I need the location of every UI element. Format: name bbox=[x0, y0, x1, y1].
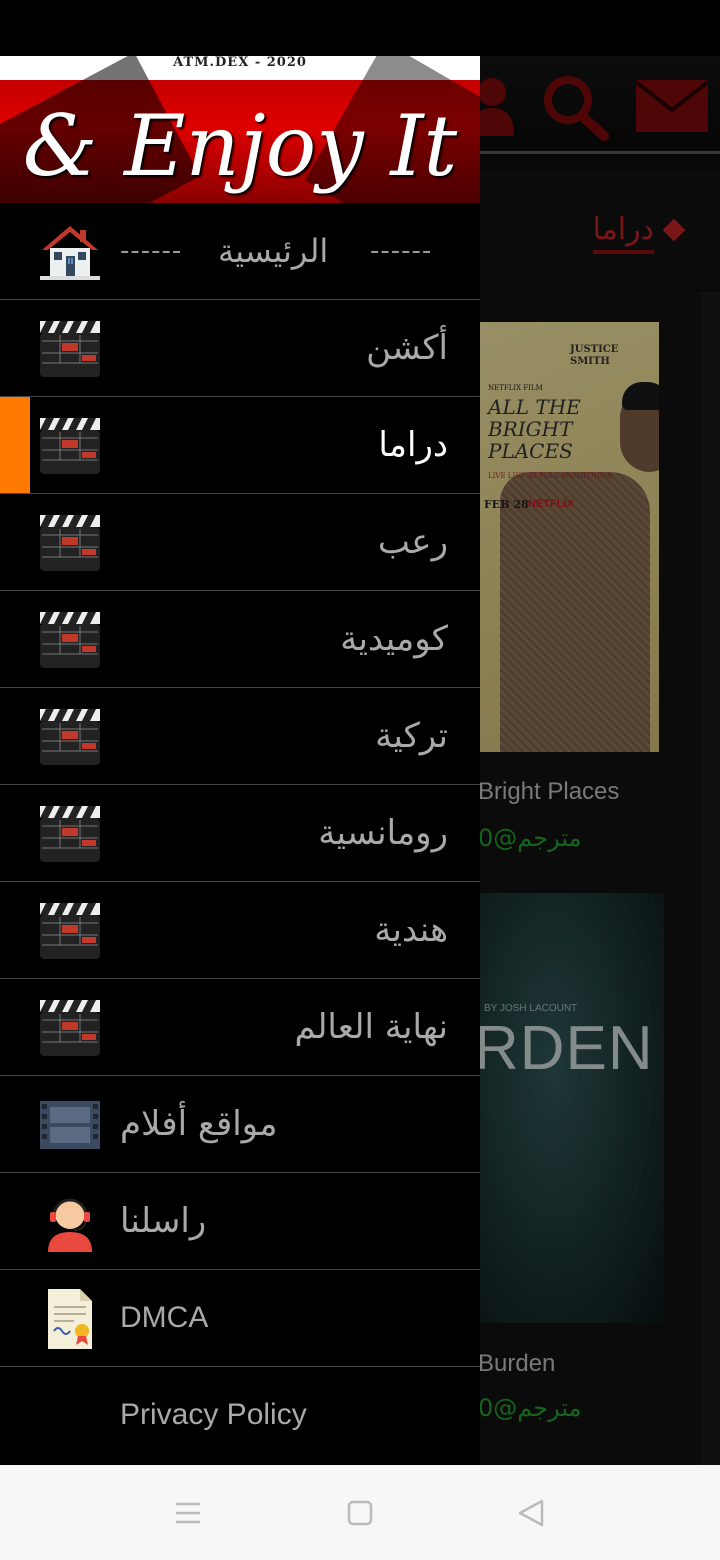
menu-item-apocalypse[interactable]: نهاية العالم bbox=[0, 979, 480, 1076]
menu-item-home[interactable]: ------ الرئيسية ------ bbox=[0, 203, 480, 300]
home-icon bbox=[40, 222, 100, 282]
clapperboard-icon bbox=[40, 416, 100, 476]
menu-label: DMCA bbox=[120, 1301, 209, 1334]
drawer-scrim[interactable] bbox=[480, 0, 720, 1465]
menu-label: دراما bbox=[378, 425, 448, 465]
menu-label: كوميدية bbox=[340, 619, 448, 659]
home-button-icon[interactable] bbox=[340, 1493, 380, 1533]
clapperboard-icon bbox=[40, 804, 100, 864]
menu-label: نهاية العالم bbox=[294, 1007, 448, 1047]
banner-title: & Enjoy It bbox=[22, 97, 458, 195]
menu-label: رومانسية bbox=[318, 813, 448, 853]
drawer-menu: ------ الرئيسية ------ أكشن دراما رعب كو… bbox=[0, 203, 480, 1464]
banner-subtitle: ATM.DEX - 2020 bbox=[173, 56, 307, 70]
menu-label: الرئيسية bbox=[218, 232, 329, 270]
clapperboard-icon bbox=[40, 707, 100, 767]
menu-item-action[interactable]: أكشن bbox=[0, 300, 480, 397]
menu-label: هندية bbox=[374, 910, 448, 950]
home-dashes: ------ bbox=[120, 236, 183, 266]
menu-label: Privacy Policy bbox=[120, 1398, 307, 1431]
clapperboard-icon bbox=[40, 998, 100, 1058]
clapperboard-icon bbox=[40, 610, 100, 670]
menu-item-indian[interactable]: هندية bbox=[0, 882, 480, 979]
menu-item-dmca[interactable]: DMCA bbox=[0, 1270, 480, 1367]
menu-label: راسلنا bbox=[120, 1201, 207, 1241]
certificate-icon bbox=[40, 1289, 100, 1349]
clapperboard-icon bbox=[40, 901, 100, 961]
support-agent-icon bbox=[40, 1192, 100, 1252]
drawer-banner: ATM.DEX - 2020 & Enjoy It bbox=[0, 56, 480, 203]
back-icon[interactable] bbox=[512, 1493, 552, 1533]
home-dashes: ------ bbox=[370, 236, 433, 266]
menu-item-romance[interactable]: رومانسية bbox=[0, 785, 480, 882]
menu-label: تركية bbox=[375, 716, 448, 756]
menu-item-comedy[interactable]: كوميدية bbox=[0, 591, 480, 688]
clapperboard-icon bbox=[40, 319, 100, 379]
clapperboard-icon bbox=[40, 513, 100, 573]
system-nav-bar bbox=[0, 1465, 720, 1560]
menu-label: رعب bbox=[377, 522, 448, 562]
menu-item-contact[interactable]: راسلنا bbox=[0, 1173, 480, 1270]
active-indicator bbox=[0, 397, 30, 493]
menu-label: أكشن bbox=[366, 328, 448, 368]
menu-icon[interactable] bbox=[168, 1493, 208, 1533]
menu-item-privacy-policy[interactable]: Privacy Policy bbox=[0, 1367, 480, 1464]
film-strip-icon bbox=[40, 1095, 100, 1155]
menu-item-horror[interactable]: رعب bbox=[0, 494, 480, 591]
menu-item-turkish[interactable]: تركية bbox=[0, 688, 480, 785]
menu-item-drama[interactable]: دراما bbox=[0, 397, 480, 494]
menu-label: مواقع أفلام bbox=[120, 1104, 278, 1144]
navigation-drawer: ATM.DEX - 2020 & Enjoy It ------ الرئيسي… bbox=[0, 56, 480, 1465]
menu-item-movie-sites[interactable]: مواقع أفلام bbox=[0, 1076, 480, 1173]
